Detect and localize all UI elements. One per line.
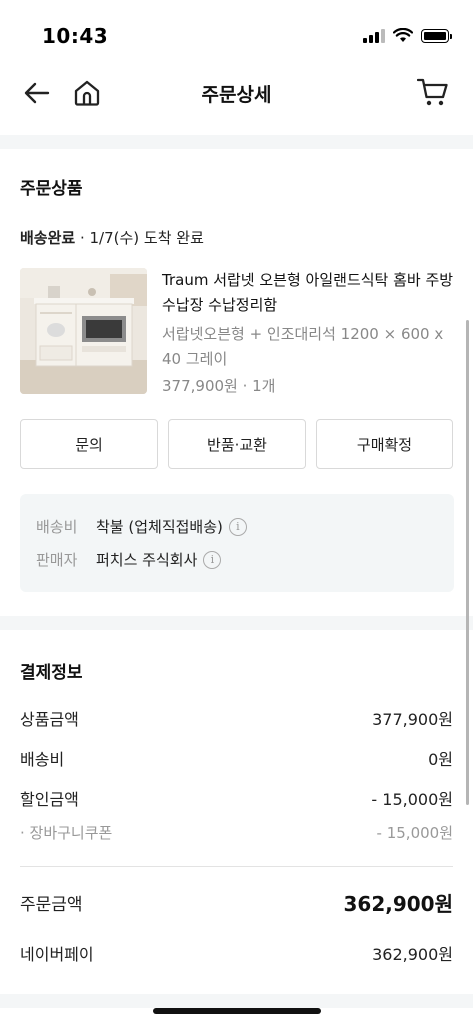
- product-option: 서랍넷오븐형 + 인조대리석 1200 × 600 x 40 그레이: [162, 325, 444, 368]
- payment-method-value: 362,900원: [372, 945, 453, 964]
- coupon-label: · 장바구니쿠폰: [20, 824, 113, 842]
- shipping-info-box: 배송비 착불 (업체직접배송) i 판매자 퍼치스 주식회사 i: [20, 494, 454, 592]
- payment-section-title: 결제정보: [20, 663, 83, 683]
- payment-method-label: 네이버페이: [20, 945, 94, 964]
- order-total-row: 주문금액 362,900원: [20, 888, 453, 917]
- signal-icon: [363, 28, 385, 43]
- shipping-fee-row: 배송비 착불 (업체직접배송) i: [36, 516, 247, 537]
- coupon-value: - 15,000원: [376, 824, 453, 842]
- product-price-qty: 377,900원 · 1개: [162, 377, 276, 395]
- shipping-fee-amount-row: 배송비 0원: [20, 746, 453, 770]
- section-divider: [0, 616, 473, 630]
- shipping-amount-label: 배송비: [20, 750, 65, 769]
- section-divider: [0, 994, 473, 1008]
- order-total-label: 주문금액: [20, 895, 83, 915]
- discount-amount-value: - 15,000원: [371, 790, 453, 809]
- divider: [20, 866, 453, 867]
- product-amount-label: 상품금액: [20, 710, 79, 729]
- wifi-icon: [393, 28, 413, 42]
- cart-icon: [417, 78, 448, 106]
- discount-amount-row: 할인금액 - 15,000원: [20, 786, 453, 810]
- page-title: 주문상세: [201, 84, 272, 106]
- cart-button[interactable]: [415, 74, 451, 110]
- discount-amount-label: 할인금액: [20, 790, 79, 809]
- return-exchange-button[interactable]: 반품·교환: [168, 419, 306, 469]
- scrollbar[interactable]: [466, 320, 469, 805]
- seller-label: 판매자: [36, 551, 78, 569]
- status-time: 10:43: [42, 24, 109, 48]
- order-section-title: 주문상품: [20, 179, 83, 199]
- info-icon[interactable]: i: [228, 517, 247, 536]
- section-divider: [0, 135, 473, 149]
- confirm-purchase-button[interactable]: 구매확정: [316, 419, 453, 469]
- delivery-status-label: 배송완료: [20, 229, 76, 247]
- battery-icon: [421, 28, 452, 43]
- seller-row: 판매자 퍼치스 주식회사 i: [36, 549, 222, 570]
- payment-method-row: 네이버페이 362,900원: [20, 941, 453, 965]
- info-icon[interactable]: i: [203, 550, 222, 569]
- product-name[interactable]: Traum 서랍넷 오븐형 아일랜드식탁 홈바 주방수납장 수납정리함: [162, 268, 454, 318]
- status-icons: [363, 28, 452, 43]
- shipping-amount-value: 0원: [428, 750, 453, 769]
- product-amount-value: 377,900원: [372, 710, 453, 729]
- shipping-fee-value: 착불 (업체직접배송): [96, 518, 223, 536]
- coupon-row: · 장바구니쿠폰 - 15,000원: [20, 822, 453, 843]
- delivery-date: · 1/7(수) 도착 완료: [75, 229, 204, 247]
- seller-value: 퍼치스 주식회사: [96, 551, 198, 569]
- status-bar: 10:43: [0, 0, 473, 70]
- product-amount-row: 상품금액 377,900원: [20, 706, 453, 730]
- delivery-status: 배송완료 · 1/7(수) 도착 완료: [20, 227, 204, 248]
- shipping-fee-label: 배송비: [36, 518, 78, 536]
- inquiry-button[interactable]: 문의: [20, 419, 158, 469]
- order-total-value: 362,900원: [343, 892, 454, 916]
- home-indicator[interactable]: [153, 1008, 321, 1014]
- top-nav: 주문상세: [0, 64, 473, 124]
- product-thumbnail[interactable]: [20, 268, 147, 394]
